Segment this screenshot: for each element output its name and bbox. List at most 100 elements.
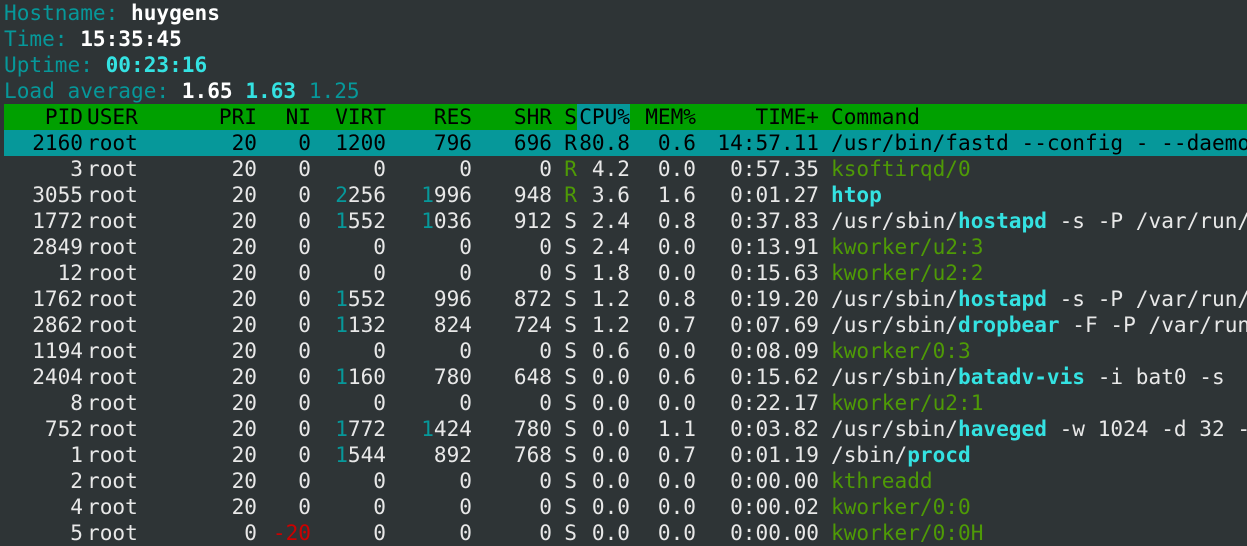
process-row[interactable]: 5 root 0 -20 0 0 0 S 0.0 0.0 0:00.00 kworker/0:0H [4,520,1247,546]
pid-cell: 2862 [32,312,83,337]
kernel-thread-name: kworker/0:0 [831,494,971,519]
shr-cell: 0 [539,260,552,285]
load-average-line: Load average: 1.65 1.63 1.25 [0,78,1247,104]
cpu-cell: 0.0 [591,416,630,441]
pid-cell: 2 [70,468,83,493]
priority-cell: 20 [231,208,257,233]
mem-cell: 0.8 [657,208,696,233]
command-cell: ksoftirqd/0 [819,156,1247,182]
virt-cell: 0 [373,520,386,545]
process-row[interactable]: 2862 root 20 0 1132 824 724 S 1.2 0.7 0:07.69/usr/… [4,312,1247,338]
process-row[interactable]: 752 root 20 0 1772 1424 780 S 0.0 1.1 0:03.82/usr/… [4,416,1247,442]
user-cell: root [87,260,138,285]
res-cell: 0 [459,234,472,259]
command-path: /usr/sbin/ [831,208,958,233]
shr-cell: 648 [513,364,552,389]
col-cpu-sorted[interactable]: CPU% [577,104,630,130]
load-average-label: Load average: [4,78,170,103]
cpu-cell: 0.0 [591,520,630,545]
priority-cell: 20 [231,364,257,389]
state-cell: R [564,182,577,207]
col-user[interactable]: USER [83,104,177,130]
mem-cell: 0.0 [657,260,696,285]
col-state[interactable]: S [552,104,577,130]
process-row[interactable]: 2404 root 20 0 1160 780 648 S 0.0 0.6 0:15.62/usr/… [4,364,1247,390]
col-mem[interactable]: MEM% [630,104,696,130]
time-cell: 0:22.17 [730,390,819,415]
kernel-thread-name: kworker/0:3 [831,338,971,363]
mem-cell: 1.6 [657,182,696,207]
virt-cell: 0 [373,156,386,181]
res-cell: 0 [459,520,472,545]
user-cell: root [87,364,138,389]
time-cell: 0:01.27 [730,182,819,207]
process-row[interactable]: 1762 root 20 0 1552 996 872 S 1.2 0.8 0:19.20/usr/… [4,286,1247,312]
time-value: 15:35:45 [80,26,182,51]
pid-cell: 3 [70,156,83,181]
priority-cell: 20 [231,338,257,363]
mem-cell: 0.0 [657,494,696,519]
pid-cell: 3055 [32,182,83,207]
command-cell: htop [819,182,1247,208]
mem-cell: 0.0 [657,390,696,415]
priority-cell: 20 [231,130,257,155]
state-cell: S [564,468,577,493]
res-cell: 0 [459,338,472,363]
process-row[interactable]: 1194 root 20 0 0 0 0 S 0.6 0.0 0:08.09 kworker/0:3 [4,338,1247,364]
time-cell: 0:00.00 [730,520,819,545]
process-row[interactable]: 1 root 20 0 1544 892 768 S 0.0 0.7 0:01.19/sbin/pr… [4,442,1247,468]
process-row[interactable]: 2 root 20 0 0 0 0 S 0.0 0.0 0:00.00 kthreadd [4,468,1247,494]
htop-terminal: Hostname: huygens Time: 15:35:45 Uptime:… [0,0,1247,546]
command-cell: kworker/u2:3 [819,234,1247,260]
nice-cell: -20 [272,520,311,545]
process-row[interactable]: 12 root 20 0 0 0 0 S 1.8 0.0 0:15.63 kworker/u2:2 [4,260,1247,286]
time-cell: 0:08.09 [730,338,819,363]
pid-cell: 8 [70,390,83,415]
virt-cell: 1772 [335,416,386,441]
user-cell: root [87,416,138,441]
mem-cell: 0.6 [657,364,696,389]
user-cell: root [87,286,138,311]
col-res[interactable]: RES [386,104,472,130]
nice-cell: 0 [298,156,311,181]
col-pri[interactable]: PRI [177,104,257,130]
shr-cell: 0 [539,520,552,545]
cpu-cell: 0.0 [591,468,630,493]
shr-cell: 0 [539,468,552,493]
kernel-thread-name: kworker/u2:3 [831,234,984,259]
priority-cell: 20 [231,494,257,519]
process-row[interactable]: 2849 root 20 0 0 0 0 S 2.4 0.0 0:13.91 kworker/u2:3 [4,234,1247,260]
shr-cell: 780 [513,416,552,441]
col-ni[interactable]: NI [257,104,311,130]
priority-cell: 20 [231,442,257,467]
shr-cell: 0 [539,156,552,181]
priority-cell: 20 [231,234,257,259]
time-cell: 0:13.91 [730,234,819,259]
res-cell: 0 [459,156,472,181]
col-virt[interactable]: VIRT [311,104,386,130]
mem-cell: 0.7 [657,442,696,467]
command-path: /usr/sbin/ [831,312,958,337]
process-row[interactable]: 1772 root 20 0 1552 1036 912 S 2.4 0.8 0:37.83/usr… [4,208,1247,234]
nice-cell: 0 [298,390,311,415]
nice-cell: 0 [298,312,311,337]
time-cell: 0:15.62 [730,364,819,389]
user-cell: root [87,182,138,207]
process-row[interactable]: 8 root 20 0 0 0 0 S 0.0 0.0 0:22.17 kworker/u2:1 [4,390,1247,416]
cpu-cell: 3.6 [591,182,630,207]
pid-cell: 2160 [32,130,83,155]
col-pid[interactable]: PID [4,104,83,130]
pid-cell: 752 [44,416,83,441]
res-cell: 824 [433,312,472,337]
virt-cell: 1552 [335,286,386,311]
col-command[interactable]: Command [819,104,1247,130]
process-row-selected[interactable]: 2160 root 20 0 1200 796 696 R 80.8 0.6 14:57.11/us… [4,130,1247,156]
process-row[interactable]: 3 root 20 0 0 0 0 R 4.2 0.0 0:57.35 ksoftirqd/0 [4,156,1247,182]
process-row[interactable]: 4 root 20 0 0 0 0 S 0.0 0.0 0:00.02 kworker/0:0 [4,494,1247,520]
col-time[interactable]: TIME+ [696,104,820,130]
command-args: -w 1024 -d 32 - [1046,416,1247,441]
uptime-label: Uptime: [4,52,93,77]
res-cell: 0 [459,260,472,285]
process-row[interactable]: 3055 root 20 0 2256 1996 948 R 3.6 1.6 0:01.27 htop [4,182,1247,208]
col-shr[interactable]: SHR [472,104,552,130]
